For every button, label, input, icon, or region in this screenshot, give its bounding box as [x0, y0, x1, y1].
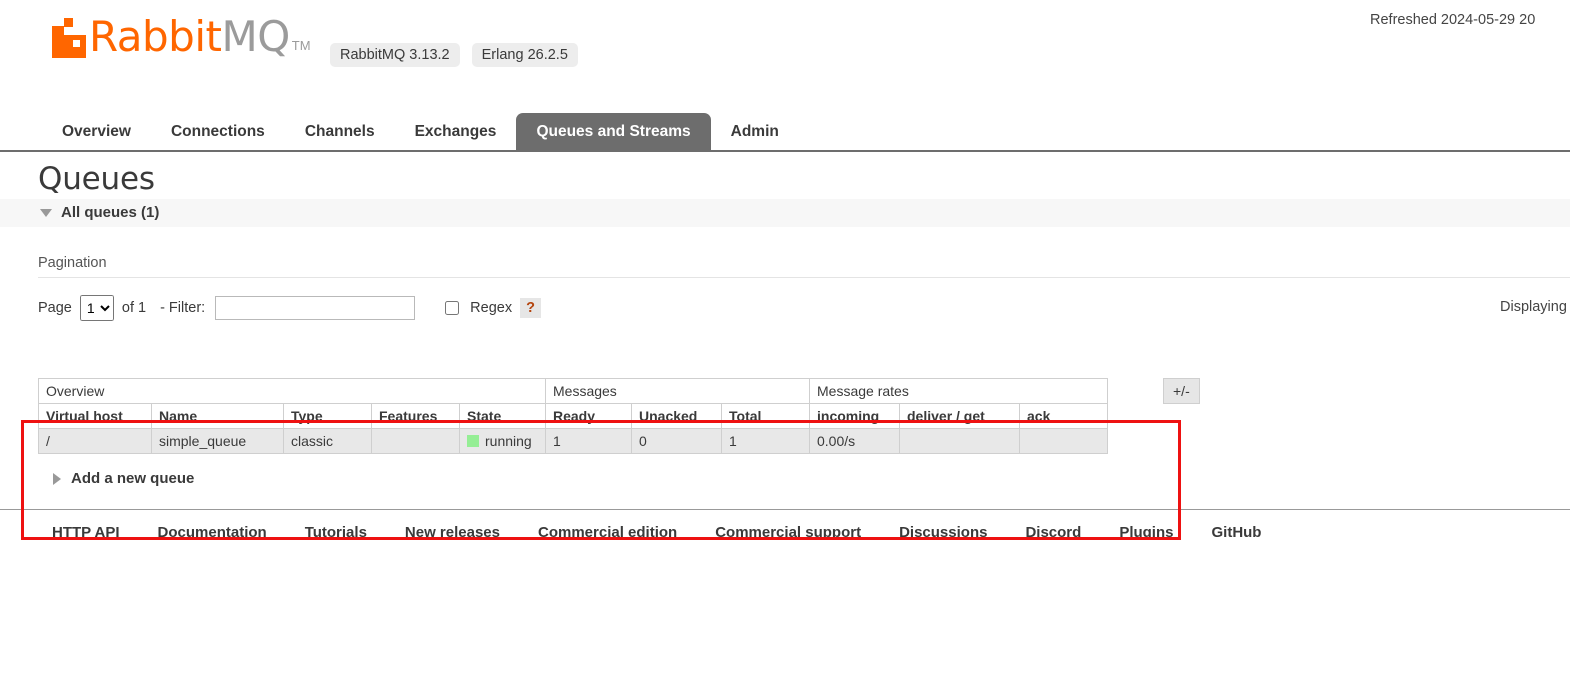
cell-ready: 1 [545, 428, 632, 454]
queues-table-container: Overview Messages Message rates Virtual … [21, 378, 1570, 540]
column-type[interactable]: Type [283, 403, 372, 429]
column-state[interactable]: State [459, 403, 546, 429]
regex-checkbox[interactable] [445, 301, 460, 315]
toggle-columns-button[interactable]: +/- [1163, 378, 1200, 404]
group-header-overview: Overview [38, 378, 546, 404]
logo-trademark: TM [291, 38, 311, 53]
tab-admin[interactable]: Admin [711, 113, 799, 150]
column-ack[interactable]: ack [1019, 403, 1108, 429]
main-navigation-tabs: Overview Connections Channels Exchanges … [0, 108, 1570, 152]
cell-features [371, 428, 460, 454]
cell-incoming: 0.00/s [809, 428, 900, 454]
filter-input[interactable] [215, 296, 416, 320]
cell-type: classic [283, 428, 372, 454]
state-indicator-icon [467, 435, 479, 447]
cell-state: running [459, 428, 546, 454]
queues-table: Overview Messages Message rates Virtual … [38, 378, 1108, 454]
footer-link-documentation[interactable]: Documentation [158, 524, 267, 541]
tab-overview[interactable]: Overview [42, 113, 151, 150]
footer-link-new-releases[interactable]: New releases [405, 524, 500, 541]
column-name[interactable]: Name [151, 403, 284, 429]
chevron-right-icon [53, 472, 61, 485]
tab-channels[interactable]: Channels [285, 113, 395, 150]
footer-links: HTTP API Documentation Tutorials New rel… [0, 509, 1570, 541]
column-unacked[interactable]: Unacked [631, 403, 722, 429]
logo-text-mq: MQ [221, 12, 290, 61]
refresh-status: Refreshed 2024-05-29 20 [1370, 12, 1536, 28]
group-header-messages: Messages [545, 378, 810, 404]
page-total-label: of 1 [121, 300, 147, 316]
tab-exchanges[interactable]: Exchanges [395, 113, 517, 150]
footer-link-discussions[interactable]: Discussions [899, 524, 987, 541]
main-content: Queues All queues (1) Pagination Page 1 … [0, 161, 1570, 541]
pagination-controls: Page 1 of 1 - Filter: Regex ? Displaying [38, 294, 1570, 322]
displaying-text: Displaying [1500, 299, 1567, 315]
group-header-message-rates: Message rates [809, 378, 1108, 404]
chevron-down-icon [40, 208, 52, 217]
footer-link-http-api[interactable]: HTTP API [52, 524, 120, 541]
all-queues-section-header[interactable]: All queues (1) [0, 199, 1570, 227]
column-virtual-host[interactable]: Virtual host [38, 403, 152, 429]
footer-link-plugins[interactable]: Plugins [1119, 524, 1173, 541]
footer-link-github[interactable]: GitHub [1211, 524, 1261, 541]
table-column-header-row: Virtual host Name Type Features State Re… [38, 403, 1108, 429]
add-new-queue-label: Add a new queue [71, 470, 195, 487]
tab-connections[interactable]: Connections [151, 113, 285, 150]
rabbitmq-logo[interactable]: Rabbit MQ TM [52, 16, 311, 58]
tab-queues-and-streams[interactable]: Queues and Streams [516, 113, 711, 150]
logo-text-rabbit: Rabbit [89, 12, 222, 61]
add-new-queue-section[interactable]: Add a new queue [38, 470, 1570, 487]
cell-virtual-host: / [38, 428, 152, 454]
cell-ack [1019, 428, 1108, 454]
footer-link-tutorials[interactable]: Tutorials [305, 524, 367, 541]
table-row[interactable]: / simple_queue classic running 1 0 1 0.0… [38, 428, 1108, 454]
badge-rabbitmq-version: RabbitMQ 3.13.2 [330, 43, 460, 67]
footer-link-commercial-edition[interactable]: Commercial edition [538, 524, 677, 541]
column-deliver-get[interactable]: deliver / get [899, 403, 1020, 429]
cell-state-label: running [485, 433, 532, 449]
cell-total: 1 [721, 428, 810, 454]
cell-name[interactable]: simple_queue [151, 428, 284, 454]
badge-erlang-version: Erlang 26.2.5 [471, 43, 578, 67]
version-badges: RabbitMQ 3.13.2 Erlang 26.2.5 [330, 43, 578, 67]
footer-link-commercial-support[interactable]: Commercial support [715, 524, 861, 541]
filter-label: - Filter: [160, 300, 206, 316]
pagination-section-label: Pagination [38, 255, 1570, 278]
footer-link-discord[interactable]: Discord [1025, 524, 1081, 541]
rabbitmq-logo-icon [52, 18, 86, 58]
column-incoming[interactable]: incoming [809, 403, 900, 429]
table-group-header-row: Overview Messages Message rates [38, 378, 1108, 404]
page-select[interactable]: 1 [79, 295, 114, 321]
cell-unacked: 0 [631, 428, 722, 454]
cell-deliver-get [899, 428, 1020, 454]
column-features[interactable]: Features [371, 403, 460, 429]
all-queues-label: All queues (1) [61, 204, 160, 221]
regex-label: Regex [470, 300, 513, 316]
column-ready[interactable]: Ready [545, 403, 632, 429]
page-header: Refreshed 2024-05-29 20 Rabbit MQ TM Rab… [0, 0, 1570, 96]
column-total[interactable]: Total [721, 403, 810, 429]
page-title: Queues [38, 161, 155, 197]
regex-help-icon[interactable]: ? [520, 298, 541, 318]
page-label: Page [38, 300, 72, 316]
